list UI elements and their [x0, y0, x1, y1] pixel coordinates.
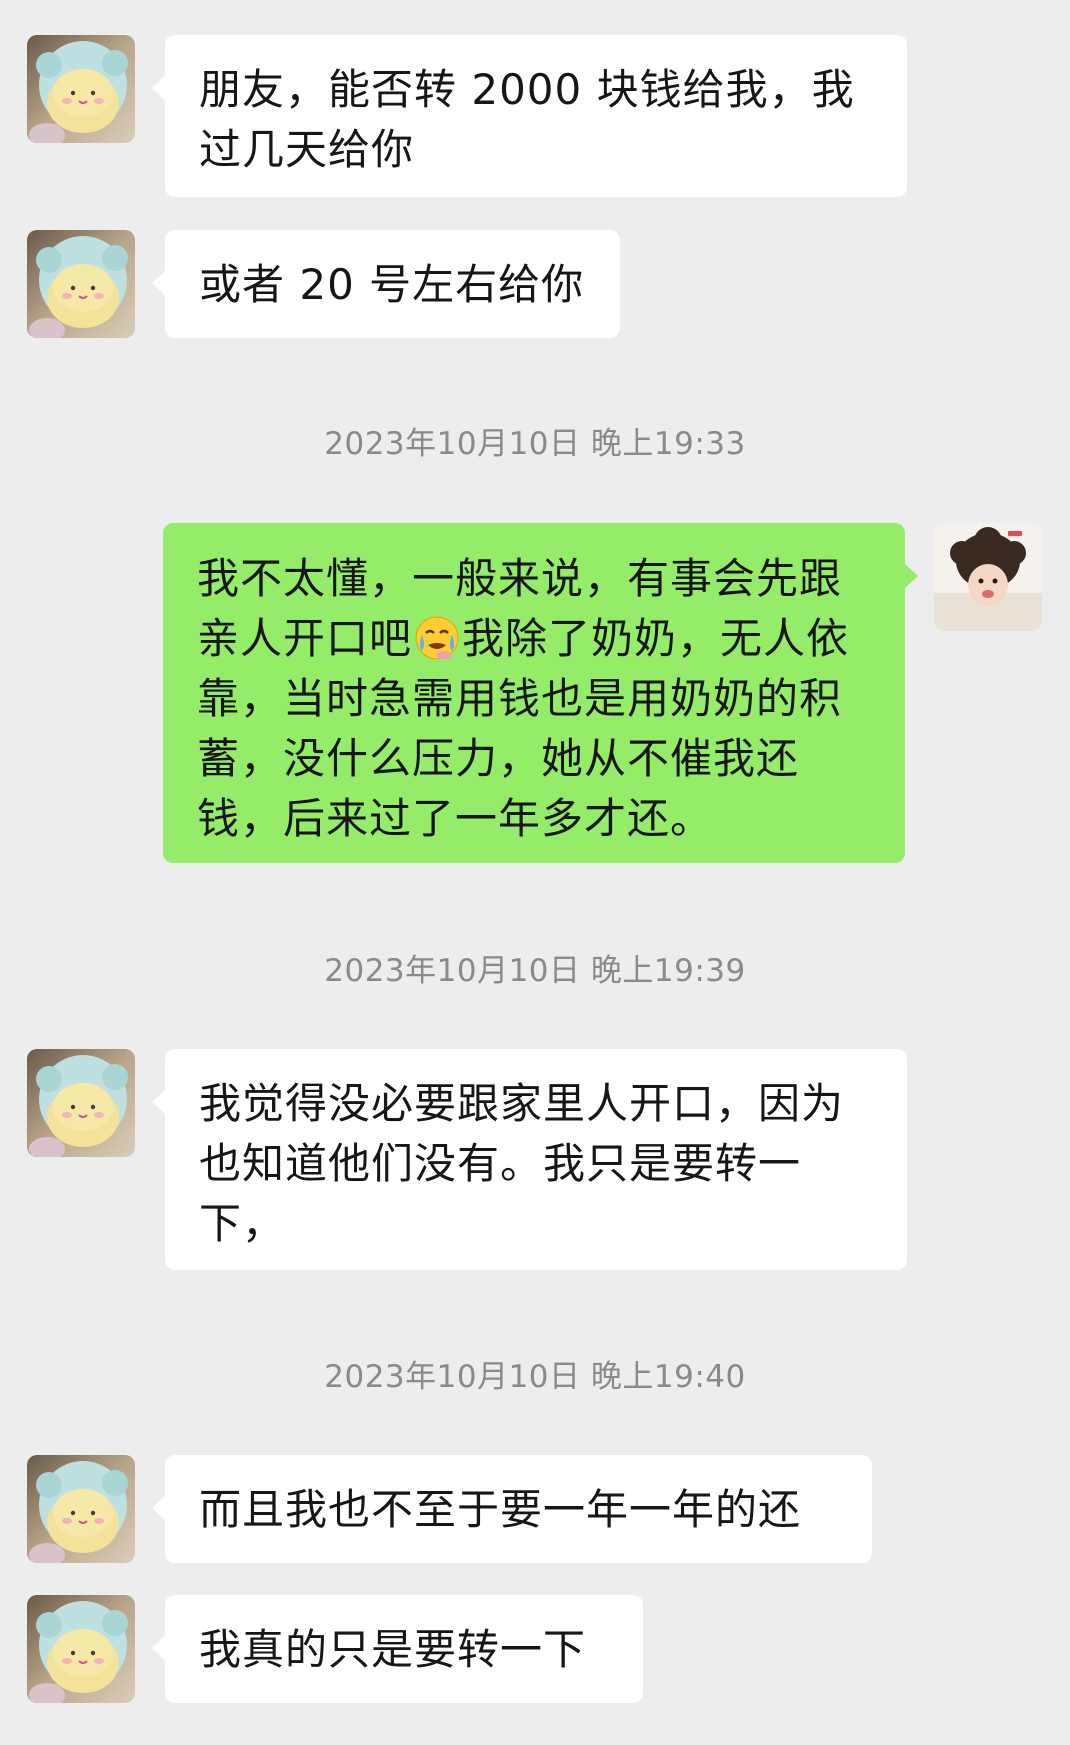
friend-avatar[interactable]	[27, 35, 135, 143]
friend-avatar[interactable]	[27, 1049, 135, 1157]
plush-toy-avatar-icon	[27, 35, 135, 143]
incoming-message-bubble[interactable]: 我觉得没必要跟家里人开口，因为也知道他们没有。我只是要转一下，	[152, 1049, 907, 1270]
friend-avatar[interactable]	[27, 1595, 135, 1703]
plush-toy-avatar-icon	[27, 1049, 135, 1157]
plush-toy-avatar-icon	[27, 1455, 135, 1563]
incoming-message-bubble[interactable]: 或者 20 号左右给你	[152, 230, 620, 338]
self-avatar[interactable]	[934, 523, 1042, 631]
outgoing-message-bubble[interactable]: 我不太懂，一般来说，有事会先跟亲人开口吧 我除了奶奶，无人依靠，当时急需用钱也是用…	[163, 523, 918, 863]
message-timestamp: 2023年10月10日 晚上19:40	[324, 1359, 746, 1395]
message-timestamp: 2023年10月10日 晚上19:39	[324, 953, 746, 989]
plush-toy-avatar-icon	[27, 1595, 135, 1703]
message-timestamp: 2023年10月10日 晚上19:33	[324, 426, 746, 462]
crying-face-emoji-icon	[414, 615, 460, 661]
friend-avatar[interactable]	[27, 230, 135, 338]
incoming-message-bubble[interactable]: 我真的只是要转一下	[152, 1595, 643, 1703]
baby-photo-avatar-icon	[934, 523, 1042, 631]
chat-area[interactable]: 朋友，能否转 2000 块钱给我，我过几天给你 或者 20 号左右给你 2023…	[0, 0, 1070, 1745]
incoming-message-bubble[interactable]: 朋友，能否转 2000 块钱给我，我过几天给你	[152, 35, 907, 197]
incoming-message-bubble[interactable]: 而且我也不至于要一年一年的还	[152, 1455, 872, 1563]
friend-avatar[interactable]	[27, 1455, 135, 1563]
plush-toy-avatar-icon	[27, 230, 135, 338]
